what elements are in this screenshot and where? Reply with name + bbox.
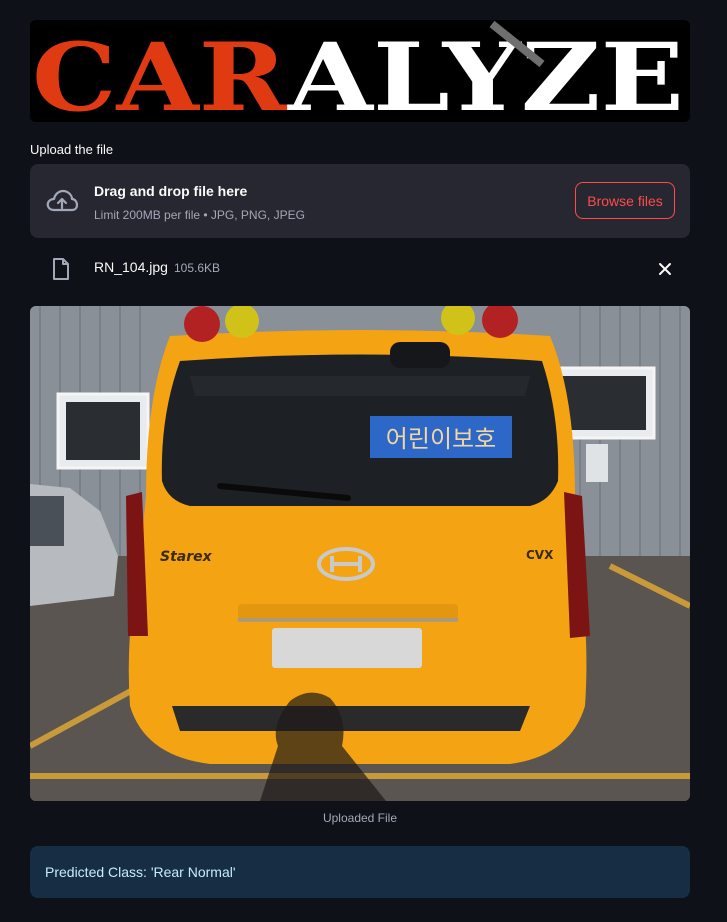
dropzone-limit-text: Limit 200MB per file • JPG, PNG, JPEG (94, 208, 305, 222)
uploaded-file-row: RN_104.jpg 105.6KB (30, 252, 690, 286)
dropzone-title: Drag and drop file here (94, 183, 248, 199)
cvx-badge: CVX (526, 548, 554, 562)
logo-text-red: CAR (32, 23, 288, 122)
remove-file-button[interactable] (654, 258, 676, 280)
starex-badge: Starex (160, 549, 213, 565)
file-icon (53, 258, 69, 280)
logo-text-white: ALYZE (287, 23, 684, 122)
prediction-alert: Predicted Class: 'Rear Normal' (30, 846, 690, 898)
upload-label: Upload the file (30, 142, 114, 157)
uploaded-image: 어린이보호 Starex CVX (30, 306, 690, 801)
file-dropzone[interactable]: Drag and drop file here Limit 200MB per … (30, 164, 690, 238)
rear-window-sign: 어린이보호 (386, 425, 496, 453)
uploaded-file-size: 105.6KB (174, 261, 221, 275)
uploaded-file-name: RN_104.jpg (94, 259, 168, 275)
browse-files-button[interactable]: Browse files (575, 182, 675, 219)
cloud-upload-icon (46, 189, 78, 212)
close-icon (659, 263, 671, 275)
image-caption: Uploaded File (322, 811, 398, 825)
prediction-text: Predicted Class: 'Rear Normal' (45, 864, 236, 880)
app-logo: CAR ALYZE (30, 20, 690, 122)
